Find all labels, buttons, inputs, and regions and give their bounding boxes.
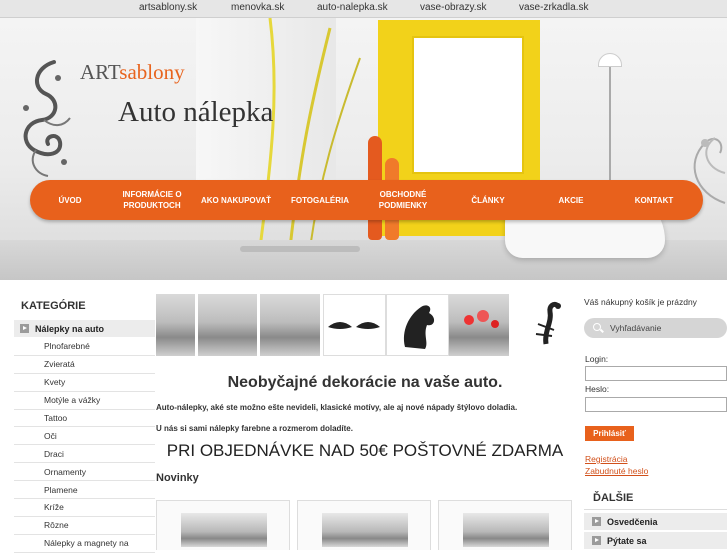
- strip-image[interactable]: [323, 294, 386, 356]
- strip-image[interactable]: [260, 294, 323, 356]
- top-link-vase-zrkadla[interactable]: vase-zrkadla.sk: [519, 2, 588, 13]
- product-card[interactable]: [297, 500, 431, 550]
- horse-decal-icon: [403, 305, 435, 349]
- main-headline: Neobyčajné dekorácie na vaše auto.: [227, 374, 503, 391]
- site-title: Auto nálepka: [118, 96, 274, 128]
- category-sidebar: KATEGÓRIE Nálepky na auto Plnofarebné Zv…: [14, 296, 155, 553]
- main-nav: ÚVOD INFORMÁCIE O PRODUKTOCH AKO NAKUPOV…: [30, 180, 703, 220]
- login-label: Login:: [585, 354, 609, 364]
- product-card[interactable]: [438, 500, 572, 550]
- intro-paragraph: Auto-nálepky, aké ste možno ešte nevidel…: [156, 403, 518, 412]
- product-image: [181, 513, 267, 547]
- banner-table: [240, 246, 360, 252]
- logo-ornament-icon: [23, 60, 71, 177]
- search-box[interactable]: Vyhľadávanie: [584, 318, 727, 338]
- strip-image[interactable]: [386, 294, 449, 356]
- product-card[interactable]: [156, 500, 290, 550]
- search-input[interactable]: Vyhľadávanie: [610, 323, 661, 333]
- password-label: Heslo:: [585, 384, 610, 394]
- top-link-auto-nalepka[interactable]: auto-nalepka.sk: [317, 2, 388, 13]
- more-item-label: Osvedčenia: [607, 516, 658, 527]
- category-main-label: Nálepky na auto: [35, 323, 105, 334]
- category-item[interactable]: Kríže: [14, 499, 155, 517]
- new-products-heading: Novinky: [156, 472, 199, 484]
- eyes-decal-icon: [328, 322, 380, 329]
- category-item[interactable]: Ornamenty: [14, 463, 155, 482]
- header-banner: ARTsablony Auto nálepka: [0, 18, 727, 280]
- cart-status[interactable]: Váš nákupný košík je prázdny: [584, 294, 727, 312]
- strip-image[interactable]: [524, 294, 574, 356]
- arrow-right-icon: [20, 324, 29, 333]
- login-input[interactable]: [585, 366, 727, 381]
- banner-picture-frame: [412, 36, 524, 174]
- arrow-right-icon: [592, 517, 601, 526]
- product-image-strip: [156, 294, 574, 356]
- category-item[interactable]: Tattoo: [14, 410, 155, 428]
- product-image: [463, 513, 549, 547]
- intro-paragraph-2: U nás si sami nálepky farebne a rozmerom…: [156, 424, 353, 433]
- category-item[interactable]: Rôzne: [14, 517, 155, 535]
- nav-item-fotogaleria[interactable]: FOTOGALÉRIA: [282, 180, 358, 220]
- category-item[interactable]: Zvieratá: [14, 356, 155, 374]
- category-item[interactable]: Motýle a vážky: [14, 392, 155, 410]
- more-item-pytate-sa[interactable]: Pýtate sa: [584, 532, 727, 550]
- floral-decal-icon: [464, 310, 499, 328]
- login-button[interactable]: Prihlásiť: [585, 426, 634, 441]
- nav-item-akcie[interactable]: AKCIE: [535, 180, 607, 220]
- strip-image[interactable]: [449, 294, 512, 356]
- search-icon: [593, 323, 601, 331]
- category-main-item[interactable]: Nálepky na auto: [14, 320, 155, 338]
- top-link-menovka[interactable]: menovka.sk: [231, 2, 284, 13]
- category-item[interactable]: Plamene: [14, 481, 155, 500]
- category-item[interactable]: Kvety: [14, 374, 155, 392]
- category-item[interactable]: Plnofarebné: [14, 338, 155, 356]
- brand-part-2: sablony: [119, 60, 185, 84]
- product-image: [322, 513, 408, 547]
- nav-item-informacie[interactable]: INFORMÁCIE O PRODUKTOCH: [110, 180, 194, 220]
- nav-item-clanky[interactable]: ČLÁNKY: [450, 180, 526, 220]
- banner-lamp: [598, 53, 622, 67]
- category-item[interactable]: Draci: [14, 445, 155, 464]
- register-link[interactable]: Registrácia: [585, 454, 628, 464]
- shipping-promo: PRI OBJEDNÁVKE NAD 50€ POŠTOVNÉ ZDARMA: [166, 441, 564, 460]
- category-item[interactable]: Nálepky a magnety na: [14, 535, 155, 553]
- more-title: ĎALŠIE: [584, 488, 727, 510]
- scorpion-decal-icon: [535, 301, 561, 345]
- strip-image[interactable]: [198, 294, 260, 356]
- brand-logo[interactable]: ARTsablony: [80, 60, 185, 85]
- nav-item-uvod[interactable]: ÚVOD: [38, 180, 102, 220]
- category-title: KATEGÓRIE: [21, 300, 86, 312]
- nav-item-ako-nakupovat[interactable]: AKO NAKUPOVAŤ: [194, 180, 278, 220]
- top-link-artsablony[interactable]: artsablony.sk: [139, 2, 197, 13]
- brand-part-1: ART: [80, 60, 120, 84]
- category-item[interactable]: Oči: [14, 427, 155, 446]
- arrow-right-icon: [592, 536, 601, 545]
- right-sidebar: Váš nákupný košík je prázdny Vyhľadávani…: [584, 294, 727, 550]
- top-link-vase-obrazy[interactable]: vase-obrazy.sk: [420, 2, 487, 13]
- more-item-label: Pýtate sa: [607, 535, 647, 546]
- forgot-password-link[interactable]: Zabudnuté heslo: [585, 466, 648, 476]
- top-links-bar: artsablony.sk menovka.sk auto-nalepka.sk…: [0, 0, 727, 18]
- nav-item-kontakt[interactable]: KONTAKT: [618, 180, 690, 220]
- password-input[interactable]: [585, 397, 727, 412]
- nav-item-obchodne-podmienky[interactable]: OBCHODNÉ PODMIENKY: [360, 180, 446, 220]
- more-item-osvedcenia[interactable]: Osvedčenia: [584, 513, 727, 531]
- strip-image[interactable]: [156, 294, 198, 356]
